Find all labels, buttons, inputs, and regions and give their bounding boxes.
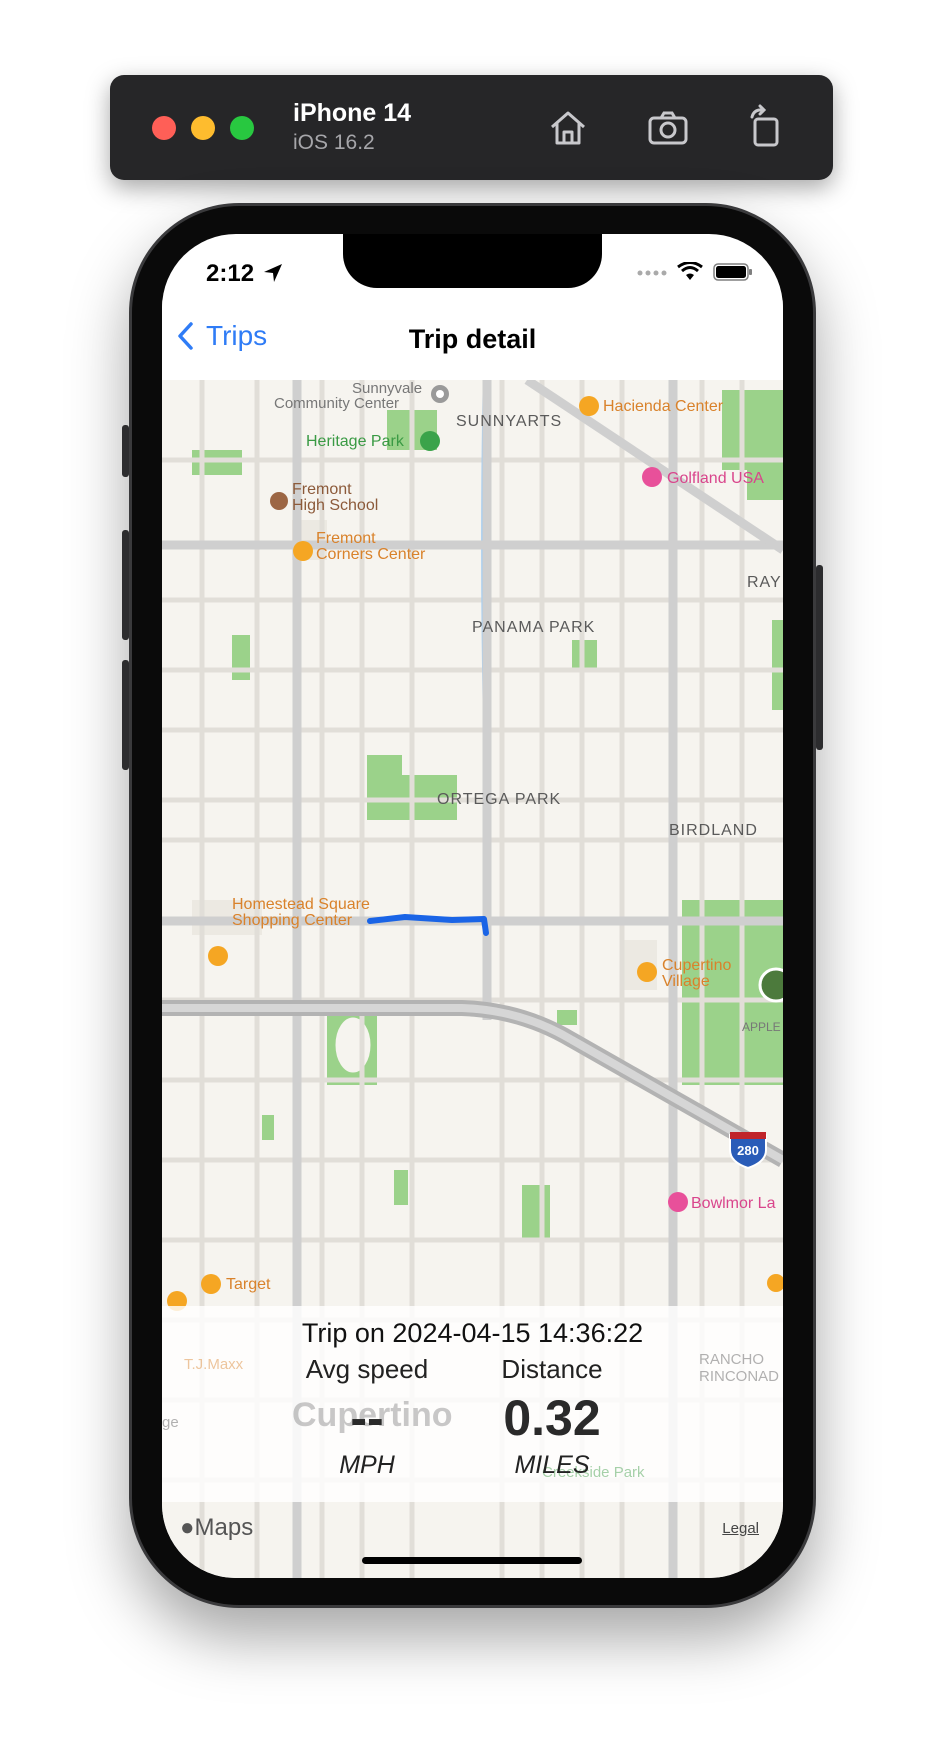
distance-value: 0.32 [503, 1390, 601, 1446]
map-label-rayn: RAYN [747, 574, 783, 591]
map-label-heritage-park: Heritage Park [306, 433, 405, 450]
legal-link[interactable]: Legal [722, 1520, 759, 1537]
map-label-fremont-cc-2: Corners Center [316, 546, 426, 563]
distance-label: Distance [501, 1354, 603, 1384]
mute-switch [122, 425, 129, 477]
map-label-panama-park: PANAMA PARK [472, 619, 595, 636]
map-label-hacienda: Hacienda Center [603, 398, 724, 415]
trip-title: Trip on 2024-04-15 14:36:22 [301, 1318, 644, 1348]
map-label-homestead-2: Shopping Center [232, 912, 353, 929]
map-label-sunnyarts: SUNNYARTS [456, 413, 562, 430]
map-label-cupertino-village-2: Village [662, 973, 710, 990]
minimize-window-button[interactable] [191, 116, 215, 140]
map-label-homestead-1: Homestead Square [232, 896, 370, 913]
distance-unit: MILES [514, 1451, 590, 1479]
volume-up-button [122, 530, 129, 640]
status-time: 2:12 [206, 260, 255, 287]
page-title: Trip detail [408, 324, 537, 354]
notch [343, 234, 602, 288]
map-label-fremont-hs-1: Fremont [292, 481, 352, 498]
map-label-ge: ge [162, 1414, 179, 1431]
map-label-fremont-cc-1: Fremont [316, 530, 376, 547]
map-label-fremont-hs-2: High School [292, 497, 378, 514]
map-label-apple: APPLE [742, 1020, 781, 1034]
map-label-cupertino-village-1: Cupertino [662, 957, 731, 974]
svg-text:Community Center: Community Center [274, 395, 399, 412]
device-name: iPhone 14 [293, 99, 412, 127]
map-label-birdland: BIRDLAND [669, 822, 758, 839]
rotate-icon[interactable] [740, 103, 790, 153]
map-label-ortega-park: ORTEGA PARK [437, 791, 561, 808]
close-window-button[interactable] [152, 116, 176, 140]
interstate-280-shield: 280 [729, 1132, 767, 1170]
wifi-icon [677, 262, 703, 280]
screenshot-icon[interactable] [643, 103, 693, 153]
distance-column: Distance 0.32 MILES [452, 1354, 652, 1480]
map-label-tjmaxx: T.J.Maxx [184, 1356, 244, 1373]
simulator-title-bar: iPhone 14 iOS 16.2 [110, 75, 833, 180]
home-icon[interactable] [543, 103, 593, 153]
avg-speed-unit: MPH [339, 1451, 395, 1479]
navigation-bar: Trips Trip detail [162, 300, 783, 380]
avg-speed-value: -- [350, 1390, 384, 1446]
volume-down-button [122, 660, 129, 770]
apple-maps-logo: ●Maps [180, 1514, 253, 1542]
apple-logo-icon: ● [180, 1514, 195, 1541]
map-label-rancho: RANCHO RINCONAD [699, 1351, 780, 1385]
map-label-target: Target [226, 1276, 271, 1293]
avg-speed-column: Avg speed -- MPH [267, 1354, 467, 1480]
cellular-dots-icon [637, 270, 667, 276]
location-arrow-icon [264, 264, 282, 282]
map-label-golfland: Golfland USA [667, 470, 764, 487]
avg-speed-label: Avg speed [305, 1354, 429, 1384]
trip-info-panel: T.J.Maxx Cupertino RANCHO RINCONAD Creek… [162, 1306, 783, 1502]
power-button [816, 565, 823, 750]
battery-icon [713, 263, 752, 281]
phone-screen: 2:12 Trips Trip detail 280 Sunnyvale Com… [162, 234, 783, 1578]
maps-brand-text: Maps [194, 1514, 254, 1541]
os-version: iOS 16.2 [293, 131, 375, 154]
home-indicator[interactable] [362, 1557, 582, 1564]
map-label-bowlmor: Bowlmor La [691, 1195, 776, 1212]
zoom-window-button[interactable] [230, 116, 254, 140]
status-indicators [637, 262, 753, 282]
interstate-label: 280 [737, 1143, 759, 1158]
